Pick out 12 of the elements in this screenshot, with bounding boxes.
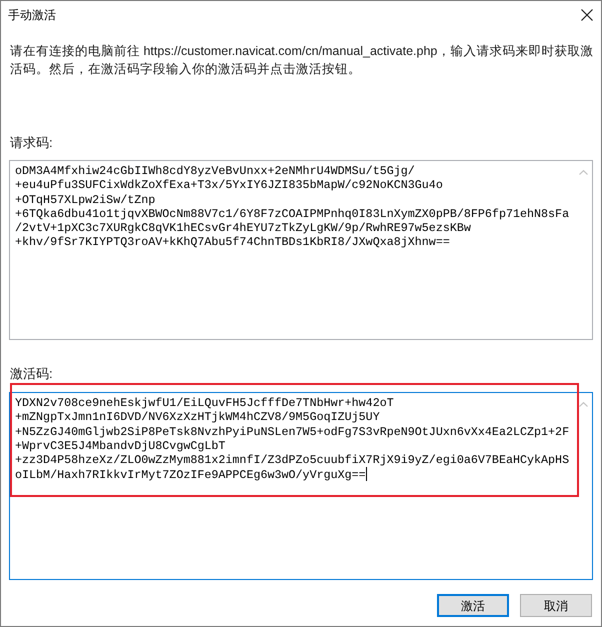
request-code-text: oDM3A4Mfxhiw24cGbIIWh8cdY8yzVeBvUnxx+2eNMhrU4WDMSu/t5Gjg/ +eu4uPfu3SUFCixWdkZoXfExa+T3x/5YxIY6JZI835bMapW/c92NoKCN3Gu4o +OTqH57XLpw2iSw/tZnp +6TQka6dbu41o1tjqvXBWOcNm88V7c1/6Y8F7zCOAIPMPnhq0I83LnXymZX0pPB/8FP6fp71ehN8sFa /2vtV+1pXC3c7XURgkC8qVK1hECsvGr4hEYU7zTkZyLgKW/9p/RwhRE97w5ezsKBw +khv/9fSr7KIYPTQ3roAV+kKhQ7Abu5f74ChnTBDs1KbRI8/JXwQxa8jXhnw== <box>15 164 570 250</box>
activation-code-text: YDXN2v708ce9nehEskjwfU1/EiLQuvFH5JcfffDe7TNbHwr+hw42oT +mZNgpTxJmn1nI6DVD/NV6XzXzHTjkWM4hCZV8/9M5GoqIZUj5UY +N5ZzGJ40mGljwb2SiP8PeTsk8NvzhPyiPuNSLen7W5+odFg7S3vRpeN9OtJUxn6vXx4Ea2LCZp1+2F +WprvC3E5J4MbandvDjU8CvgwCgLbT +zz3D4P58hzeXz/ZLO0wZzMym881x2imnfI/Z3dPZo5cuubfiX7RjX9i9yZ/egi0a6V7BEaHCykApHS oILbM/Haxh7RIkkvIrMyt7ZOzIFe9APPCEg6w3wO/yVrguXg== <box>15 396 570 482</box>
close-icon <box>580 8 592 20</box>
activation-code-field[interactable] <box>9 392 593 580</box>
field-label: 激活码: <box>10 366 54 382</box>
instructions-text: 请在有连接的电脑前往 https://customer.navicat.com/cn/manual_activate.php，输入请求码来即时获取激活码。然后，在激活码字段输入你的激活码并点击激活按钮。 <box>10 43 594 78</box>
window-title: 手动激活 <box>8 6 56 22</box>
request-code-field[interactable] <box>9 160 593 340</box>
cancel-button[interactable]: 取消 <box>520 594 592 617</box>
field-label: 请求码: <box>10 135 54 151</box>
activate-button[interactable]: 激活 <box>437 594 509 617</box>
close-button[interactable] <box>580 8 593 21</box>
